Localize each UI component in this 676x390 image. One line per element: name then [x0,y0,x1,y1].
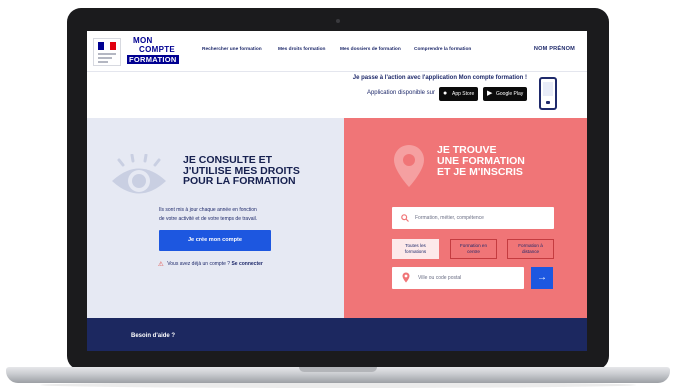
title-line: ET JE M'INSCRIS [437,166,523,178]
search-placeholder: Formation, métier, compétence [415,215,484,221]
search-icon [401,214,409,222]
arrow-right-icon: → [537,272,547,283]
app-banner-subtitle: Application disponible sur [366,90,435,96]
app-banner-title: Je passe à l'action avec l'application M… [352,75,527,81]
logo-text-formation: FORMATION [127,55,179,64]
french-flag-icon [98,42,116,50]
app-store-badge[interactable]: ● App Store [439,87,479,101]
training-search-input[interactable]: Formation, métier, compétence [392,207,554,229]
laptop-screen: MON COMPTE FORMATION Rechercher une form… [87,31,587,351]
site-header: MON COMPTE FORMATION Rechercher une form… [87,31,587,72]
help-link[interactable]: Besoin d'aide ? [131,333,175,339]
search-panel: JE TROUVE UNE FORMATION ET JE M'INSCRIS … [344,118,587,318]
nav-mes-droits[interactable]: Mes droits formation [278,47,325,52]
login-prompt: ⚠ Vous avez déjà un compte ? Se connecte… [158,260,263,268]
search-submit-button[interactable]: → [531,267,553,289]
google-play-icon: ▶ [487,90,493,97]
logo-text-mon: MON [133,36,153,45]
user-name-menu[interactable]: NOM PRÉNOM [534,46,575,52]
phone-button [546,101,550,104]
help-footer: Besoin d'aide ? [87,318,587,351]
eye-icon [112,154,166,194]
tab-label: distance [521,249,540,254]
logo-line [98,53,116,55]
tab-formation-distance[interactable]: Formation à distance [507,239,554,259]
create-account-button[interactable]: Je crée mon compte [159,230,271,251]
tab-label: centre [467,249,480,254]
title-line: JE CONSULTE ET [183,154,273,166]
logo-text-compte: COMPTE [139,45,176,54]
logo-line [98,57,112,59]
app-store-label: App Store [452,91,475,97]
location-icon [402,272,410,283]
rights-panel-title: JE CONSULTE ET J'UTILISE MES DROITS POUR… [183,155,333,187]
logo-line [98,61,108,63]
description-line: de votre activité et de votre temps de t… [159,216,258,222]
rights-panel: JE CONSULTE ET J'UTILISE MES DROITS POUR… [87,118,344,318]
phone-icon [539,77,557,110]
google-play-label: Google Play [496,91,524,97]
tab-formation-centre[interactable]: Formation en centre [450,239,497,259]
login-prompt-text: Vous avez déjà un compte ? [167,261,231,267]
mon-compte-formation-logo[interactable]: MON COMPTE FORMATION [127,36,179,64]
rights-panel-description: Ils sont mis à jour chaque année en fonc… [159,206,319,224]
nav-comprendre[interactable]: Comprendre la formation [414,47,471,52]
login-link[interactable]: Se connecter [231,261,262,267]
tab-label: formations [404,249,427,254]
location-pin-icon [394,145,424,187]
city-input[interactable]: Ville ou code postal [392,267,524,289]
title-line: POUR LA FORMATION [183,175,296,187]
webcam [336,19,340,23]
city-placeholder: Ville ou code postal [418,275,462,281]
nav-rechercher-formation[interactable]: Rechercher une formation [202,47,262,52]
nav-mes-dossiers[interactable]: Mes dossiers de formation [340,47,401,52]
republique-francaise-logo [93,38,121,66]
description-line: Ils sont mis à jour chaque année en fonc… [159,207,257,213]
laptop-notch [299,367,377,372]
warning-icon: ⚠ [158,261,164,268]
google-play-badge[interactable]: ▶ Google Play [483,87,528,101]
apple-icon: ● [443,90,448,97]
tab-toutes-formations[interactable]: Toutes les formations [392,239,439,259]
search-panel-title: JE TROUVE UNE FORMATION ET JE M'INSCRIS [437,145,577,178]
phone-screen [543,82,553,96]
